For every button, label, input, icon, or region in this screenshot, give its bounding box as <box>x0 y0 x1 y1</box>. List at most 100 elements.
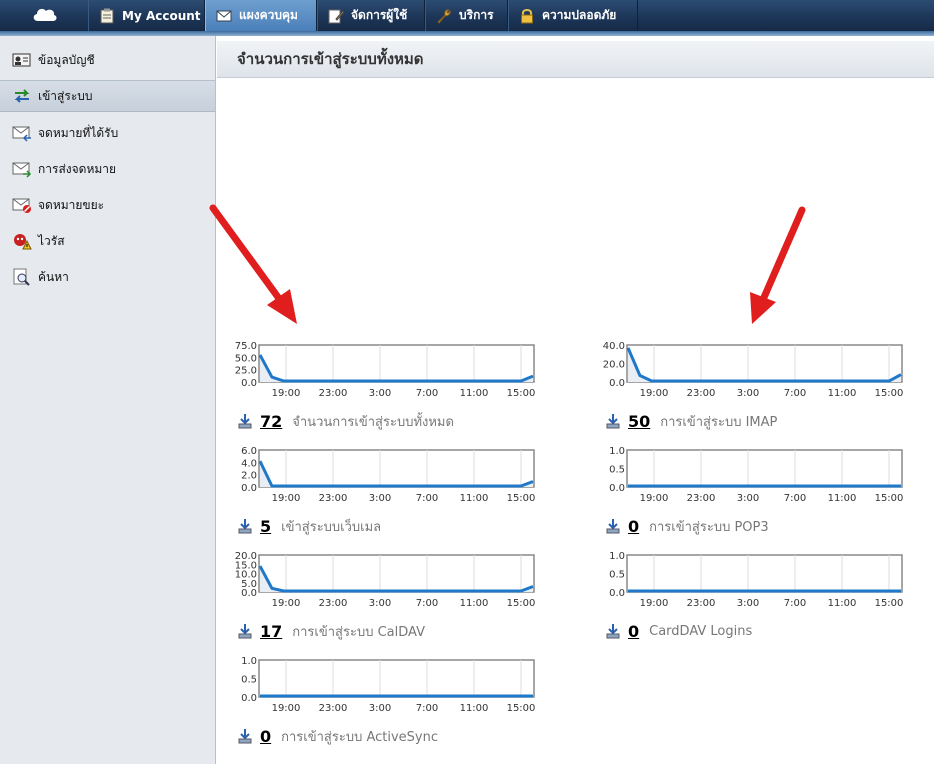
download-icon[interactable] <box>238 518 252 534</box>
x-tick-label: 15:00 <box>507 493 536 504</box>
stat-caldav-logins: 17 การเข้าสู่ระบบ CalDAV <box>238 621 425 641</box>
download-icon[interactable] <box>606 413 620 429</box>
stat-label: การเข้าสู่ระบบ ActiveSync <box>281 729 439 745</box>
red-arrow-annotation-left <box>209 204 297 324</box>
stat-count-link[interactable]: 50 <box>628 412 650 431</box>
y-tick-label: 0.0 <box>241 483 257 494</box>
sidebar-item-mail-sent[interactable]: การส่งจดหมาย <box>0 153 215 185</box>
login-arrows-icon <box>14 89 30 103</box>
stat-total-logins: 72 จำนวนการเข้าสู่ระบบทั้งหมด <box>238 411 454 431</box>
plot-frame <box>258 659 535 698</box>
y-tick-label: 0.0 <box>609 483 625 494</box>
x-tick-label: 19:00 <box>640 388 669 399</box>
stat-count-link[interactable]: 0 <box>628 517 639 536</box>
stat-label: การเข้าสู่ระบบ IMAP <box>660 414 778 430</box>
search-icon <box>13 268 30 286</box>
tab-control-panel[interactable]: แผงควบคุม <box>205 0 317 31</box>
sidebar-item-spam[interactable]: จดหมายขยะ <box>0 189 215 221</box>
tab-user-management[interactable]: จัดการผู้ใช้ <box>317 0 425 31</box>
stat-label: เข้าสู่ระบบเว็บเมล <box>281 519 382 535</box>
x-tick-label: 15:00 <box>507 388 536 399</box>
x-tick-label: 11:00 <box>828 493 857 504</box>
stat-count-link[interactable]: 0 <box>260 727 271 746</box>
x-tick-label: 11:00 <box>460 493 489 504</box>
y-tick-label: 0.0 <box>609 588 625 599</box>
envelope-icon <box>216 10 232 21</box>
y-tick-label: 4.0 <box>241 458 257 469</box>
sidebar-item-login[interactable]: เข้าสู่ระบบ <box>0 80 215 112</box>
stat-count-link[interactable]: 5 <box>260 517 271 536</box>
top-navigation-bar: My Account แผงควบคุม จัดการผู้ใช้ บริการ… <box>0 0 934 36</box>
y-tick-label: 25.0 <box>235 366 257 377</box>
stat-label: CardDAV Logins <box>649 623 753 639</box>
content-header: จำนวนการเข้าสู่ระบบทั้งหมด <box>217 41 934 78</box>
x-tick-label: 3:00 <box>737 598 759 609</box>
x-tick-label: 3:00 <box>737 493 759 504</box>
stat-count-link[interactable]: 0 <box>628 622 639 641</box>
download-icon[interactable] <box>238 413 252 429</box>
y-tick-label: 50.0 <box>235 353 257 364</box>
y-tick-label: 1.0 <box>241 656 257 667</box>
x-tick-label: 3:00 <box>369 388 391 399</box>
pencil-icon <box>328 9 344 23</box>
download-icon[interactable] <box>238 623 252 639</box>
download-icon[interactable] <box>606 518 620 534</box>
download-icon[interactable] <box>606 623 620 639</box>
virus-icon <box>14 234 32 250</box>
x-tick-label: 11:00 <box>460 703 489 714</box>
stat-count-link[interactable]: 72 <box>260 412 282 431</box>
sidebar-item-mail-received[interactable]: จดหมายที่ได้รับ <box>0 117 215 149</box>
red-arrow-annotation-right <box>750 206 806 324</box>
x-tick-label: 15:00 <box>507 598 536 609</box>
x-tick-label: 3:00 <box>369 598 391 609</box>
mail-received-icon <box>12 126 31 142</box>
stat-imap-logins: 50 การเข้าสู่ระบบ IMAP <box>606 411 777 431</box>
sidebar-item-virus[interactable]: ไวรัส <box>0 225 215 257</box>
sidebar-item-search[interactable]: ค้นหา <box>0 261 215 293</box>
stat-activesync-logins: 0 การเข้าสู่ระบบ ActiveSync <box>238 726 438 746</box>
stat-label: การเข้าสู่ระบบ POP3 <box>649 519 769 535</box>
mail-sent-icon <box>12 162 32 178</box>
tab-security[interactable]: ความปลอดภัย <box>508 0 638 31</box>
wrench-icon <box>437 8 451 24</box>
x-tick-label: 19:00 <box>640 598 669 609</box>
stat-pop3-logins: 0 การเข้าสู่ระบบ POP3 <box>606 516 769 536</box>
download-icon[interactable] <box>238 728 252 744</box>
stat-label: จำนวนการเข้าสู่ระบบทั้งหมด <box>292 414 454 430</box>
x-tick-label: 11:00 <box>828 598 857 609</box>
x-tick-label: 11:00 <box>828 388 857 399</box>
y-tick-label: 1.0 <box>609 446 625 457</box>
tab-my-account[interactable]: My Account <box>88 0 205 31</box>
y-tick-label: 0.0 <box>241 693 257 704</box>
stat-carddav-logins: 0 CardDAV Logins <box>606 621 752 641</box>
y-tick-label: 6.0 <box>241 446 257 457</box>
x-tick-label: 19:00 <box>272 493 301 504</box>
plot-frame <box>626 344 903 383</box>
x-tick-label: 7:00 <box>784 598 806 609</box>
y-tick-label: 1.0 <box>609 551 625 562</box>
x-tick-label: 15:00 <box>875 598 904 609</box>
stat-count-link[interactable]: 17 <box>260 622 282 641</box>
chart-carddav-logins: 19:00 23:00 3:00 7:00 11:00 15:00 1.0 0.5 0.0 <box>609 551 904 609</box>
cloud-logo-icon[interactable] <box>32 6 58 22</box>
sidebar: ข้อมูลบัญชี เข้าสู่ระบบ จดหมายที่ได้รับ … <box>0 36 216 764</box>
x-tick-label: 15:00 <box>507 703 536 714</box>
x-tick-label: 7:00 <box>784 388 806 399</box>
x-tick-label: 19:00 <box>272 598 301 609</box>
stat-label: การเข้าสู่ระบบ CalDAV <box>292 624 425 640</box>
x-tick-label: 11:00 <box>460 388 489 399</box>
chart-webmail-logins: 19:00 23:00 3:00 7:00 11:00 15:00 6.04.0 2.00.0 <box>241 446 536 504</box>
x-tick-label: 23:00 <box>319 493 348 504</box>
x-tick-label: 3:00 <box>737 388 759 399</box>
x-tick-label: 15:00 <box>875 493 904 504</box>
tab-services[interactable]: บริการ <box>425 0 508 31</box>
sidebar-item-account-info[interactable]: ข้อมูลบัญชี <box>0 44 215 76</box>
x-tick-label: 3:00 <box>369 703 391 714</box>
y-tick-label: 0.0 <box>609 378 625 389</box>
y-tick-label: 0.0 <box>241 378 257 389</box>
plot-frame <box>258 554 535 593</box>
x-tick-label: 23:00 <box>319 703 348 714</box>
chart-caldav-logins: 19:00 23:00 3:00 7:00 11:00 15:0020.015.010.0… <box>235 551 536 609</box>
plot-frame <box>626 554 903 593</box>
chart-activesync-logins: 19:00 23:00 3:00 7:00 11:00 15:00 1.0 0.5 0.0 <box>241 656 536 714</box>
